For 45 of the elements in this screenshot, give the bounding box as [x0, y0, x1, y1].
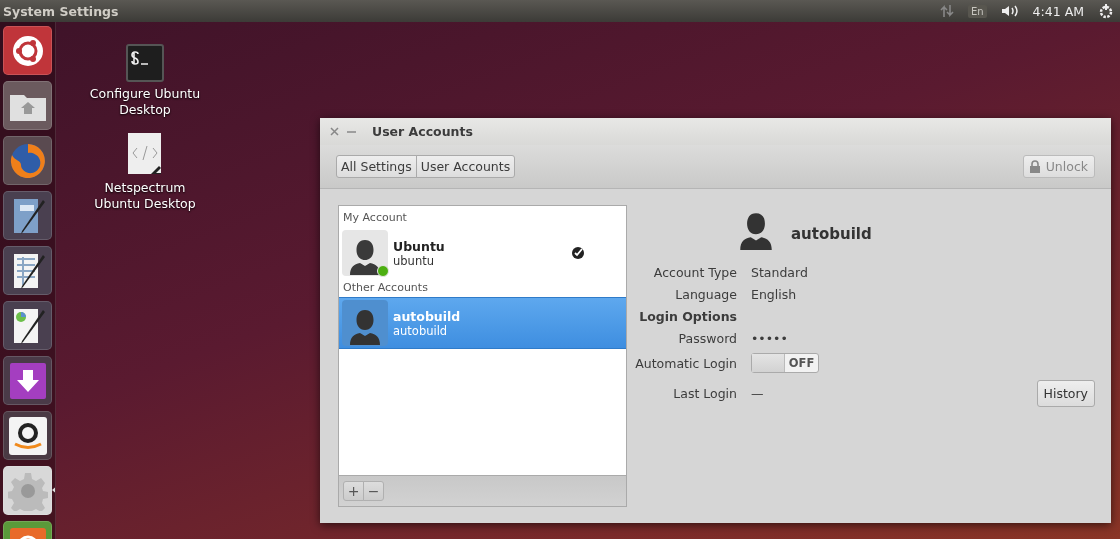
section-heading: Login Options: [638, 309, 737, 324]
terminal-icon: [126, 44, 164, 82]
code-file-icon: [127, 132, 163, 176]
field-value: •••••: [751, 331, 789, 346]
breadcrumb-button[interactable]: All Settings: [336, 155, 417, 178]
desktop-icon-label[interactable]: Netspectrum Ubuntu Desktop: [80, 180, 210, 212]
padlock-icon: [1029, 160, 1040, 173]
gear-icon: [7, 470, 48, 511]
ubuntu-logo-icon: [10, 33, 45, 68]
account-name: autobuild: [393, 308, 461, 324]
section-heading: Other Accounts: [342, 281, 429, 294]
close-button[interactable]: [330, 127, 339, 136]
shopping-smile-icon: [8, 416, 47, 455]
network-arrows-icon[interactable]: [939, 4, 954, 18]
field-value: Standard: [751, 265, 809, 280]
power-gear-icon[interactable]: [1098, 3, 1114, 19]
field-value: English: [751, 287, 798, 302]
account-name: Ubuntu: [393, 238, 445, 254]
launcher-item[interactable]: [3, 411, 52, 460]
browser-globe-icon: [8, 141, 47, 180]
launcher-item[interactable]: [3, 246, 52, 295]
window-title: User Accounts: [372, 124, 473, 139]
launcher-item[interactable]: [3, 356, 52, 405]
section-heading: My Account: [342, 211, 408, 224]
field-value: —: [751, 386, 765, 401]
app-title: System Settings: [3, 3, 120, 19]
clock[interactable]: 4:41 AM: [1032, 3, 1084, 19]
account-title: autobuild: [791, 225, 873, 245]
list-action-button[interactable]: −: [363, 481, 384, 501]
account-username: autobuild: [393, 323, 449, 338]
toggle-switch[interactable]: OFF: [751, 353, 819, 373]
field-label: Automatic Login: [634, 355, 737, 371]
launcher-item[interactable]: [3, 191, 52, 240]
field-label: Language: [674, 287, 737, 302]
list-action-button[interactable]: +: [343, 481, 364, 501]
breadcrumb-button[interactable]: User Accounts: [415, 155, 516, 178]
desktop-icon-label[interactable]: Configure Ubuntu Desktop: [80, 86, 210, 118]
field-label: Last Login: [672, 386, 737, 401]
field-label: Account Type: [652, 265, 737, 280]
account-username: ubuntu: [393, 253, 435, 268]
volume-icon[interactable]: [1000, 4, 1019, 18]
history-button[interactable]: History: [1036, 380, 1095, 407]
keyboard-indicator[interactable]: En: [967, 4, 987, 18]
launcher-item[interactable]: [3, 301, 52, 350]
field-label: Password: [677, 331, 737, 346]
